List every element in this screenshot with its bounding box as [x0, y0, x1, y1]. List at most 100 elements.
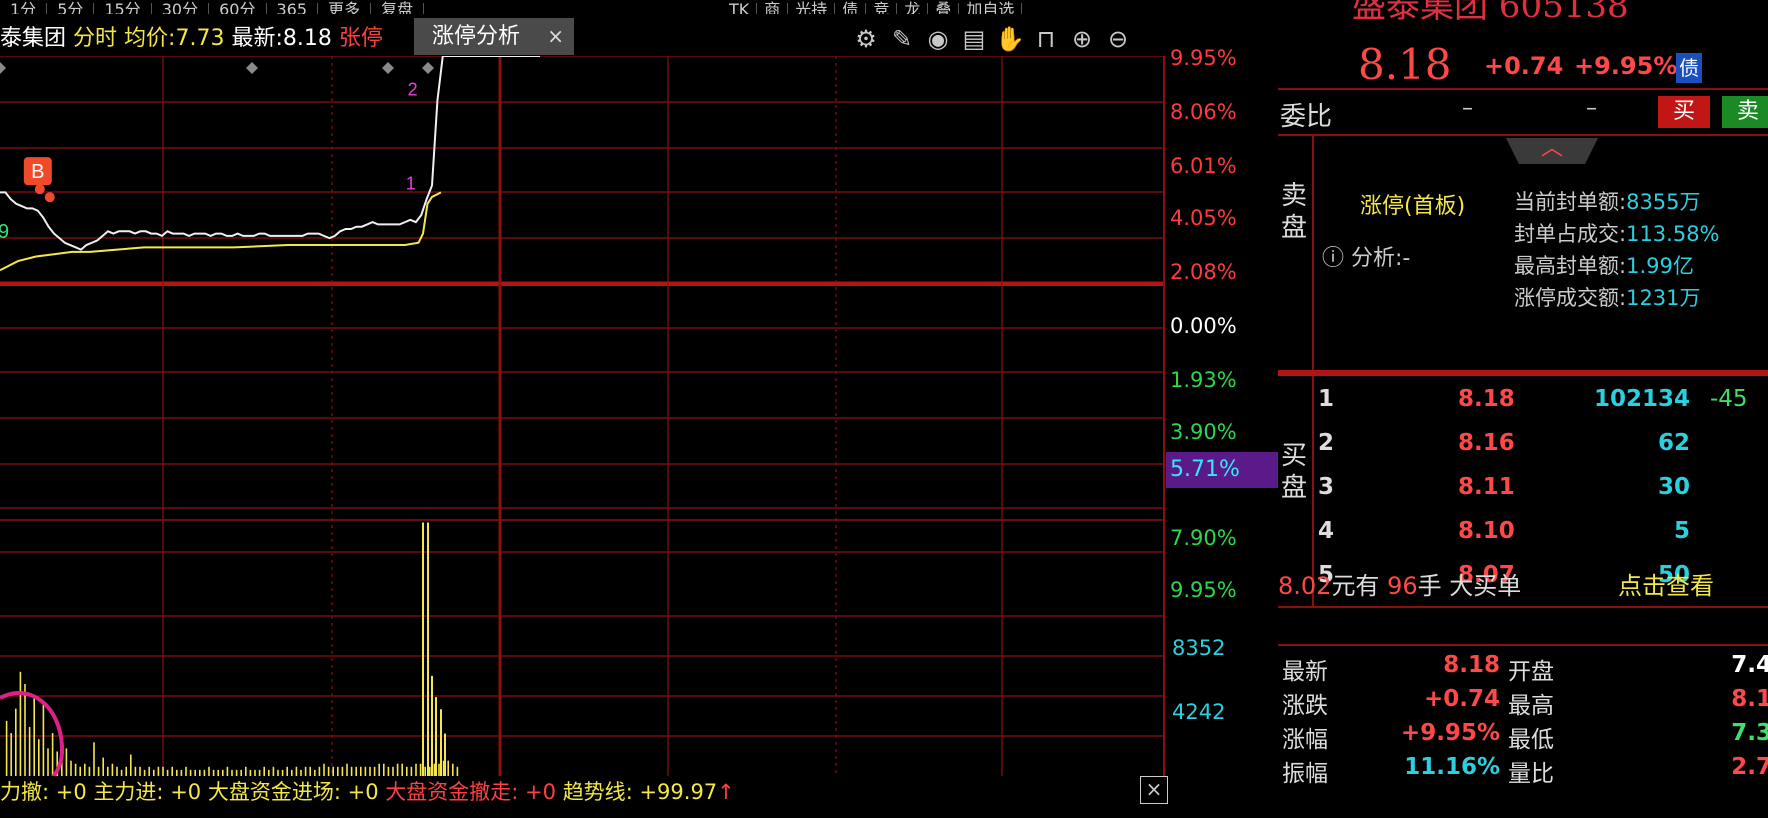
- eye-icon[interactable]: ◉: [920, 24, 956, 54]
- plus-circle-icon[interactable]: ⊕: [1064, 24, 1100, 54]
- buy-button[interactable]: 买: [1658, 96, 1710, 128]
- bid-quantity: 102134: [1593, 386, 1690, 412]
- buy-marker-label: B: [31, 161, 44, 183]
- intraday-chart[interactable]: B 1 2 9: [0, 56, 1166, 776]
- in-value: +0: [170, 780, 202, 804]
- bid-row[interactable]: 4 8.10 5: [1318, 518, 1768, 558]
- seal-key: 当前封单额:: [1514, 190, 1627, 214]
- divider: [1278, 134, 1768, 136]
- big-order-row[interactable]: 8.02元有 96手 大买单 点击查看: [1278, 566, 1714, 601]
- seal-key: 涨停成交额:: [1514, 286, 1627, 310]
- period-tab[interactable]: 365: [267, 2, 319, 14]
- hand-icon[interactable]: ✋: [992, 24, 1028, 54]
- bid-price: 8.11: [1458, 474, 1515, 500]
- seal-row: 当前封单额:8355万: [1514, 186, 1720, 218]
- big-order-price: 8.02: [1278, 572, 1332, 600]
- analysis-text: 分析:-: [1351, 246, 1411, 271]
- current-pct-label: 5.71%: [1166, 452, 1278, 488]
- stat-row: 涨幅 +9.95% 最低 7.3: [1282, 720, 1768, 753]
- sell-button[interactable]: 卖: [1722, 96, 1768, 128]
- quote-panel: 盛泰集团 605138 8.18 +0.74 +9.95% 债 委比 – – 买…: [1278, 0, 1768, 818]
- tool-tab[interactable]: 光持: [788, 2, 836, 14]
- bid-row[interactable]: 1 8.18 102134 -45: [1318, 386, 1768, 426]
- bond-badge[interactable]: 债: [1676, 53, 1702, 83]
- mkt-in-value: +0: [347, 780, 379, 804]
- stat-key: 最新: [1282, 659, 1328, 685]
- price-axis-label: 7.90%: [1170, 526, 1237, 550]
- tool-tab[interactable]: 叠: [928, 2, 960, 14]
- collapse-button[interactable]: ︿: [1506, 138, 1598, 164]
- period-tab[interactable]: 60分: [209, 2, 267, 14]
- bid-row[interactable]: 3 8.11 30: [1318, 474, 1768, 514]
- buy-point: [34, 184, 45, 195]
- lock-icon[interactable]: ⊓: [1028, 24, 1064, 54]
- avg-label: 均价:: [124, 26, 176, 51]
- bid-level: 3: [1318, 474, 1335, 500]
- stat-key: 开盘: [1508, 659, 1554, 685]
- tool-tab[interactable]: TK: [722, 2, 758, 14]
- bid-quantity: 30: [1657, 474, 1690, 500]
- seal-value: 8355万: [1626, 190, 1701, 214]
- period-tab[interactable]: 复盘: [371, 2, 425, 14]
- price-change: +0.74: [1484, 52, 1564, 80]
- period-tabs: 1分 5分 15分 30分 60分 365 更多 复盘: [0, 0, 560, 14]
- period-tab[interactable]: 15分: [94, 2, 152, 14]
- price-change-pct: +9.95%: [1574, 52, 1678, 80]
- period-tab[interactable]: 1分: [0, 2, 48, 14]
- mkt-in-label: 大盘资金进场: [207, 780, 334, 804]
- period-tab[interactable]: 5分: [47, 2, 95, 14]
- analysis-row: ⓘ 分析:-: [1322, 240, 1410, 272]
- bid-quantity: 5: [1673, 518, 1690, 544]
- stat-value: 11.16%: [1404, 754, 1500, 780]
- price-axis-label: 1.93%: [1170, 368, 1237, 392]
- seal-row: 封单占成交:113.58%: [1514, 218, 1720, 250]
- bag-icon[interactable]: ▤: [956, 24, 992, 54]
- stat-value: +9.95%: [1400, 720, 1500, 746]
- step-marker-label: 1: [406, 173, 416, 193]
- bid-row[interactable]: 2 8.16 62: [1318, 430, 1768, 470]
- stat-key: 最高: [1508, 693, 1554, 719]
- tool-tab[interactable]: 竞: [866, 2, 898, 14]
- limit-up-title: 涨停(首板): [1360, 194, 1466, 219]
- minus-circle-icon[interactable]: ⊖: [1100, 24, 1136, 54]
- tool-tab[interactable]: 商: [757, 2, 789, 14]
- time-marker-icon: [0, 62, 6, 74]
- divider: [1278, 370, 1768, 376]
- up-arrow-icon: ↑: [717, 780, 735, 804]
- weibi-value: –: [1462, 96, 1473, 121]
- buy-point: [44, 192, 55, 203]
- step-marker-label: 2: [408, 80, 418, 100]
- seal-value: 1.99亿: [1626, 254, 1694, 278]
- volume-axis-label: 4242: [1172, 700, 1226, 724]
- time-marker-icon: [246, 62, 258, 74]
- gear-icon[interactable]: ⚙: [848, 24, 884, 54]
- tool-tab[interactable]: 龙: [897, 2, 929, 14]
- limit-analysis-tab[interactable]: 涨停分析 ×: [414, 18, 574, 55]
- divider: [1278, 644, 1768, 646]
- period-tab[interactable]: 更多: [318, 2, 372, 14]
- divider: [1278, 88, 1768, 90]
- big-order-count: 96: [1387, 572, 1418, 600]
- close-icon[interactable]: ×: [1140, 776, 1168, 804]
- stat-key: 量比: [1508, 761, 1554, 787]
- period-tab[interactable]: 30分: [152, 2, 210, 14]
- seal-stats: 当前封单额:8355万 封单占成交:113.58% 最高封单额:1.99亿 涨停成交额…: [1514, 186, 1720, 314]
- divider: [1312, 134, 1314, 370]
- divider: [1278, 606, 1768, 608]
- stat-key: 涨跌: [1282, 693, 1328, 719]
- chart-mode[interactable]: 分时: [73, 26, 117, 51]
- bid-price: 8.18: [1458, 386, 1515, 412]
- info-icon: ⓘ: [1322, 246, 1345, 271]
- limit-analysis-label: 涨停分析: [432, 24, 521, 49]
- indicator-bar: 力撤: +0 主力进: +0 大盘资金进场: +0 大盘资金撤走: +0 趋势线…: [0, 780, 735, 804]
- pen-icon[interactable]: ✎: [884, 24, 920, 54]
- seal-row: 最高封单额:1.99亿: [1514, 250, 1720, 282]
- tool-tab[interactable]: 加自选: [959, 2, 1023, 14]
- tool-tab[interactable]: 债: [835, 2, 867, 14]
- seal-key: 最高封单额:: [1514, 254, 1627, 278]
- stat-value: 2.7: [1731, 754, 1768, 780]
- view-big-order-link[interactable]: 点击查看: [1618, 566, 1714, 601]
- stock-title: 盛泰集团 605138: [1352, 0, 1629, 26]
- close-icon[interactable]: ×: [547, 18, 564, 55]
- sell-side-label: 卖盘: [1280, 181, 1307, 243]
